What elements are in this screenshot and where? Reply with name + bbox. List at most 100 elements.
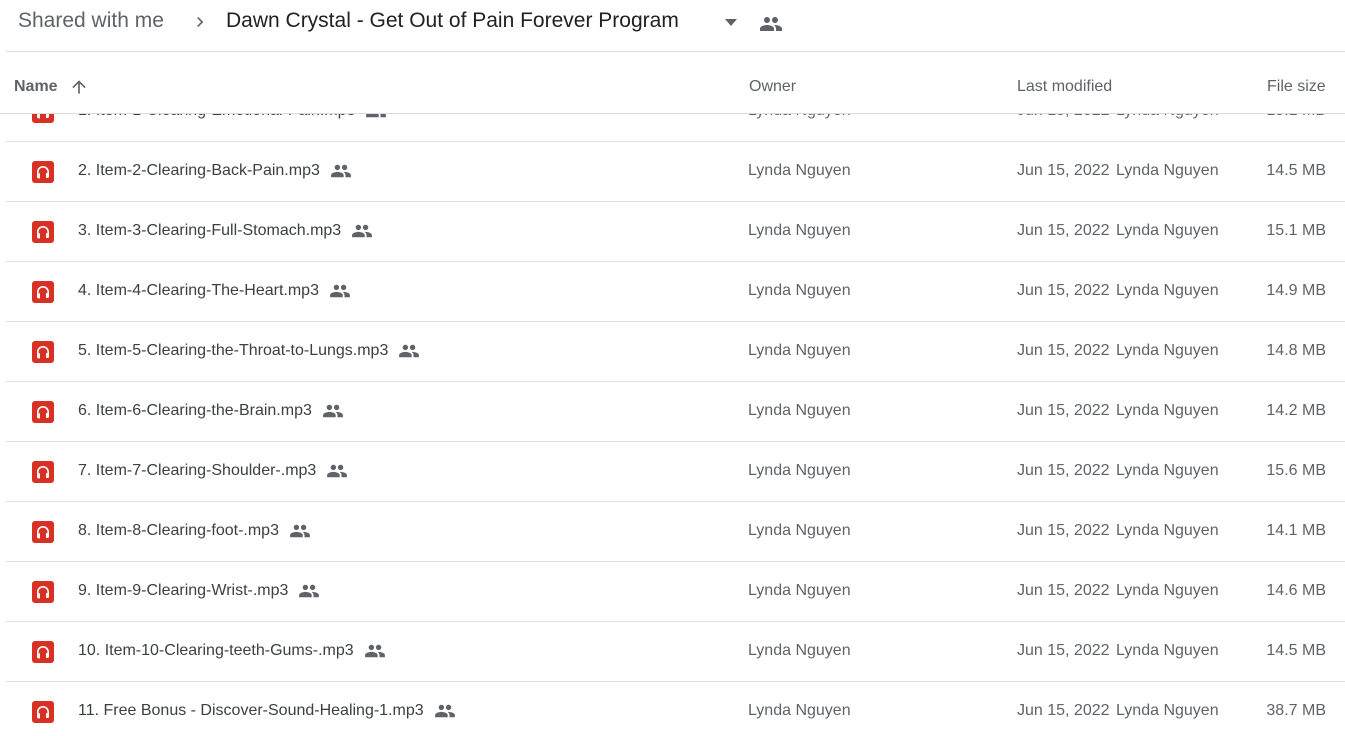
file-owner: Lynda Nguyen: [748, 222, 851, 239]
audio-file-icon: [32, 281, 54, 303]
file-modified-by: Lynda Nguyen: [1116, 582, 1219, 599]
file-modified-date: Jun 15, 2022: [1017, 222, 1110, 239]
file-owner: Lynda Nguyen: [748, 282, 851, 299]
file-size: 14.9 MB: [1266, 282, 1326, 299]
file-owner: Lynda Nguyen: [748, 582, 851, 599]
file-row[interactable]: 4. Item-4-Clearing-The-Heart.mp3 Lynda Ng…: [6, 262, 1345, 322]
file-owner: Lynda Nguyen: [748, 402, 851, 419]
file-name[interactable]: 9. Item-9-Clearing-Wrist-.mp3: [78, 582, 320, 600]
shared-people-icon: [364, 642, 386, 660]
audio-file-icon: [32, 521, 54, 543]
file-name-text: 4. Item-4-Clearing-The-Heart.mp3: [78, 282, 319, 299]
file-row[interactable]: 5. Item-5-Clearing-the-Throat-to-Lungs.m…: [6, 322, 1345, 382]
file-modified-by: Lynda Nguyen: [1116, 342, 1219, 359]
arrow-up-icon[interactable]: [69, 77, 89, 97]
file-row[interactable]: 8. Item-8-Clearing-foot-.mp3 Lynda Nguyen…: [6, 502, 1345, 562]
file-row[interactable]: 6. Item-6-Clearing-the-Brain.mp3 Lynda Ng…: [6, 382, 1345, 442]
file-row[interactable]: 10. Item-10-Clearing-teeth-Gums-.mp3 Lynd…: [6, 622, 1345, 682]
breadcrumb-shared-with-me[interactable]: Shared with me: [18, 9, 164, 33]
file-modified-date: Jun 15, 2022: [1017, 402, 1110, 419]
file-owner: Lynda Nguyen: [748, 642, 851, 659]
shared-people-icon: [326, 462, 348, 480]
file-name-text: 2. Item-2-Clearing-Back-Pain.mp3: [78, 162, 320, 179]
file-row[interactable]: 11. Free Bonus - Discover-Sound-Healing-…: [6, 682, 1345, 736]
file-name-text: 11. Free Bonus - Discover-Sound-Healing-…: [78, 702, 424, 719]
file-modified-by: Lynda Nguyen: [1116, 222, 1219, 239]
file-modified-by: Lynda Nguyen: [1116, 642, 1219, 659]
file-modified-by: Lynda Nguyen: [1116, 282, 1219, 299]
file-name-text: 3. Item-3-Clearing-Full-Stomach.mp3: [78, 222, 342, 239]
shared-people-icon: [330, 162, 352, 180]
file-name-text: 10. Item-10-Clearing-teeth-Gums-.mp3: [78, 642, 354, 659]
column-name-header[interactable]: Name: [14, 78, 58, 96]
file-name[interactable]: 11. Free Bonus - Discover-Sound-Healing-…: [78, 702, 456, 720]
file-size: 14.6 MB: [1266, 582, 1326, 599]
audio-file-icon: [32, 641, 54, 663]
shared-people-icon: [351, 222, 373, 240]
file-modified-by: Lynda Nguyen: [1116, 522, 1219, 539]
file-size: 15.1 MB: [1266, 222, 1326, 239]
shared-people-icon: [329, 282, 351, 300]
column-header: Name Owner Last modified File size: [0, 52, 1345, 114]
file-modified-by: Lynda Nguyen: [1116, 162, 1219, 179]
column-last-modified-header[interactable]: Last modified: [1017, 78, 1112, 96]
file-name-text: 5. Item-5-Clearing-the-Throat-to-Lungs.m…: [78, 342, 389, 359]
file-owner: Lynda Nguyen: [748, 462, 851, 479]
file-modified-date: Jun 15, 2022: [1017, 462, 1110, 479]
file-size: 14.5 MB: [1266, 162, 1326, 179]
file-owner: Lynda Nguyen: [748, 162, 851, 179]
breadcrumb-current-folder[interactable]: Dawn Crystal - Get Out of Pain Forever P…: [226, 9, 679, 33]
file-row[interactable]: 9. Item-9-Clearing-Wrist-.mp3 Lynda Nguye…: [6, 562, 1345, 622]
file-name[interactable]: 2. Item-2-Clearing-Back-Pain.mp3: [78, 162, 352, 180]
chevron-right-icon: [197, 17, 204, 27]
file-owner: Lynda Nguyen: [748, 702, 851, 719]
file-modified-date: Jun 15, 2022: [1017, 522, 1110, 539]
file-modified-date: Jun 15, 2022: [1017, 342, 1110, 359]
shared-people-icon: [289, 522, 311, 540]
file-size: 14.8 MB: [1266, 342, 1326, 359]
audio-file-icon: [32, 221, 54, 243]
caret-down-icon[interactable]: [722, 16, 740, 28]
file-name[interactable]: 4. Item-4-Clearing-The-Heart.mp3: [78, 282, 351, 300]
file-name-text: 8. Item-8-Clearing-foot-.mp3: [78, 522, 279, 539]
audio-file-icon: [32, 581, 54, 603]
file-row[interactable]: 3. Item-3-Clearing-Full-Stomach.mp3 Lynda…: [6, 202, 1345, 262]
shared-people-icon: [298, 582, 320, 600]
file-name[interactable]: 8. Item-8-Clearing-foot-.mp3: [78, 522, 311, 540]
file-modified-date: Jun 15, 2022: [1017, 162, 1110, 179]
audio-file-icon: [32, 341, 54, 363]
file-size: 14.2 MB: [1266, 402, 1326, 419]
audio-file-icon: [32, 401, 54, 423]
shared-people-icon: [434, 702, 456, 720]
file-name-text: 6. Item-6-Clearing-the-Brain.mp3: [78, 402, 312, 419]
column-owner-header[interactable]: Owner: [749, 78, 796, 96]
file-modified-by: Lynda Nguyen: [1116, 462, 1219, 479]
file-name-text: 9. Item-9-Clearing-Wrist-.mp3: [78, 582, 289, 599]
file-name-text: 7. Item-7-Clearing-Shoulder-.mp3: [78, 462, 317, 479]
audio-file-icon: [32, 461, 54, 483]
file-name[interactable]: 7. Item-7-Clearing-Shoulder-.mp3: [78, 462, 348, 480]
file-modified-date: Jun 15, 2022: [1017, 582, 1110, 599]
file-list: 1. Item-1-Clearing-Emotional-Pain.mp3Lyn…: [0, 82, 1345, 736]
file-owner: Lynda Nguyen: [748, 342, 851, 359]
file-modified-by: Lynda Nguyen: [1116, 402, 1219, 419]
file-name[interactable]: 3. Item-3-Clearing-Full-Stomach.mp3: [78, 222, 373, 240]
file-name[interactable]: 6. Item-6-Clearing-the-Brain.mp3: [78, 402, 344, 420]
column-file-size-header[interactable]: File size: [1267, 78, 1326, 96]
file-row[interactable]: 7. Item-7-Clearing-Shoulder-.mp3 Lynda Ng…: [6, 442, 1345, 502]
file-size: 38.7 MB: [1266, 702, 1326, 719]
file-row[interactable]: 2. Item-2-Clearing-Back-Pain.mp3 Lynda Ng…: [6, 142, 1345, 202]
file-size: 14.1 MB: [1266, 522, 1326, 539]
file-size: 14.5 MB: [1266, 642, 1326, 659]
file-name[interactable]: 10. Item-10-Clearing-teeth-Gums-.mp3: [78, 642, 386, 660]
file-name[interactable]: 5. Item-5-Clearing-the-Throat-to-Lungs.m…: [78, 342, 420, 360]
shared-people-icon: [398, 342, 420, 360]
file-modified-date: Jun 15, 2022: [1017, 702, 1110, 719]
shared-people-icon[interactable]: [759, 12, 783, 36]
shared-people-icon: [322, 402, 344, 420]
audio-file-icon: [32, 701, 54, 723]
file-modified-by: Lynda Nguyen: [1116, 702, 1219, 719]
file-modified-date: Jun 15, 2022: [1017, 282, 1110, 299]
breadcrumb: Shared with me Dawn Crystal - Get Out of…: [0, 0, 1345, 52]
file-owner: Lynda Nguyen: [748, 522, 851, 539]
